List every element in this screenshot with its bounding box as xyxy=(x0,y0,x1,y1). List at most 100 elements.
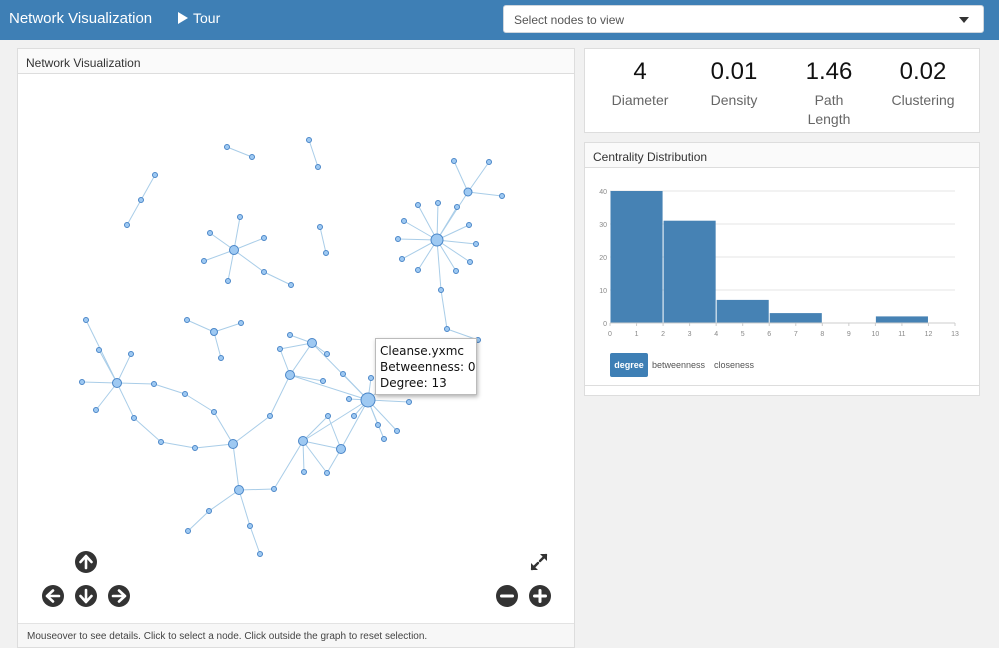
graph-node[interactable] xyxy=(315,164,321,170)
graph-node[interactable] xyxy=(124,222,130,228)
tab-closeness[interactable]: closeness xyxy=(714,360,754,370)
graph-node[interactable] xyxy=(285,370,295,380)
graph-node[interactable] xyxy=(224,144,230,150)
expand-icon[interactable] xyxy=(528,551,550,573)
tour-button[interactable]: Tour xyxy=(178,10,220,26)
graph-node[interactable] xyxy=(438,287,444,293)
graph-node[interactable] xyxy=(325,413,331,419)
graph-node[interactable] xyxy=(406,399,412,405)
graph-node[interactable] xyxy=(499,193,505,199)
graph-node[interactable] xyxy=(324,351,330,357)
graph-node[interactable] xyxy=(430,233,444,247)
graph-node[interactable] xyxy=(211,409,217,415)
graph-node[interactable] xyxy=(201,258,207,264)
graph-node[interactable] xyxy=(399,256,405,262)
graph-node[interactable] xyxy=(234,485,244,495)
graph-node[interactable] xyxy=(307,338,317,348)
zoom-in-button[interactable] xyxy=(529,585,551,607)
graph-edge xyxy=(116,382,155,385)
caret-down-icon[interactable] xyxy=(959,17,969,23)
graph-node[interactable] xyxy=(138,197,144,203)
graph-node[interactable] xyxy=(184,317,190,323)
graph-node[interactable] xyxy=(375,422,381,428)
graph-node[interactable] xyxy=(360,392,376,408)
graph-node[interactable] xyxy=(288,282,294,288)
graph-node[interactable] xyxy=(228,439,238,449)
graph-node[interactable] xyxy=(463,187,473,197)
pan-up-button[interactable] xyxy=(75,551,97,573)
graph-node[interactable] xyxy=(192,445,198,451)
graph-node[interactable] xyxy=(415,202,421,208)
zoom-out-button[interactable] xyxy=(496,585,518,607)
graph-node[interactable] xyxy=(324,470,330,476)
graph-node[interactable] xyxy=(451,158,457,164)
graph-node[interactable] xyxy=(261,235,267,241)
graph-node[interactable] xyxy=(415,267,421,273)
graph-node[interactable] xyxy=(317,224,323,230)
graph-node[interactable] xyxy=(210,328,218,336)
graph-node[interactable] xyxy=(287,332,293,338)
graph-node[interactable] xyxy=(298,436,308,446)
x-tick-label: 13 xyxy=(951,331,959,338)
graph-node[interactable] xyxy=(444,326,450,332)
graph-node[interactable] xyxy=(336,444,346,454)
graph-node[interactable] xyxy=(185,528,191,534)
graph-node[interactable] xyxy=(249,154,255,160)
tab-degree[interactable]: degree xyxy=(610,353,648,377)
graph-node[interactable] xyxy=(261,269,267,275)
graph-node[interactable] xyxy=(128,351,134,357)
node-select-placeholder: Select nodes to view xyxy=(514,13,625,27)
graph-node[interactable] xyxy=(486,159,492,165)
graph-node[interactable] xyxy=(323,250,329,256)
graph-node[interactable] xyxy=(435,200,441,206)
graph-node[interactable] xyxy=(306,137,312,143)
graph-edge xyxy=(213,331,222,359)
network-graph[interactable] xyxy=(18,75,574,623)
graph-node[interactable] xyxy=(112,378,122,388)
graph-node[interactable] xyxy=(340,371,346,377)
graph-node[interactable] xyxy=(394,428,400,434)
graph-node[interactable] xyxy=(301,469,307,475)
graph-node[interactable] xyxy=(237,214,243,220)
graph-node[interactable] xyxy=(83,317,89,323)
graph-node[interactable] xyxy=(206,508,212,514)
graph-node[interactable] xyxy=(267,413,273,419)
app-brand[interactable]: Network Visualization xyxy=(9,10,152,27)
graph-node[interactable] xyxy=(453,268,459,274)
graph-node[interactable] xyxy=(96,347,102,353)
graph-edge xyxy=(238,489,251,527)
graph-node[interactable] xyxy=(381,436,387,442)
graph-node[interactable] xyxy=(454,204,460,210)
tab-betweenness[interactable]: betweenness xyxy=(652,360,705,370)
pan-down-button[interactable] xyxy=(75,585,97,607)
graph-node[interactable] xyxy=(401,218,407,224)
graph-node[interactable] xyxy=(238,320,244,326)
graph-node[interactable] xyxy=(351,413,357,419)
graph-node[interactable] xyxy=(257,551,263,557)
graph-node[interactable] xyxy=(395,236,401,242)
graph-node[interactable] xyxy=(346,396,352,402)
graph-node[interactable] xyxy=(277,346,283,352)
graph-node[interactable] xyxy=(207,230,213,236)
graph-node[interactable] xyxy=(79,379,85,385)
pan-left-button[interactable] xyxy=(42,585,64,607)
graph-node[interactable] xyxy=(151,381,157,387)
graph-node[interactable] xyxy=(466,222,472,228)
graph-node[interactable] xyxy=(225,278,231,284)
graph-node[interactable] xyxy=(93,407,99,413)
node-select[interactable]: Select nodes to view xyxy=(503,5,984,33)
graph-node[interactable] xyxy=(152,172,158,178)
graph-node[interactable] xyxy=(182,391,188,397)
pan-right-button[interactable] xyxy=(108,585,130,607)
graph-node[interactable] xyxy=(368,375,374,381)
graph-edge xyxy=(194,443,234,449)
graph-node[interactable] xyxy=(247,523,253,529)
graph-node[interactable] xyxy=(218,355,224,361)
graph-node[interactable] xyxy=(131,415,137,421)
graph-node[interactable] xyxy=(320,378,326,384)
graph-node[interactable] xyxy=(467,259,473,265)
graph-node[interactable] xyxy=(473,241,479,247)
graph-node[interactable] xyxy=(229,245,239,255)
graph-node[interactable] xyxy=(271,486,277,492)
graph-node[interactable] xyxy=(158,439,164,445)
